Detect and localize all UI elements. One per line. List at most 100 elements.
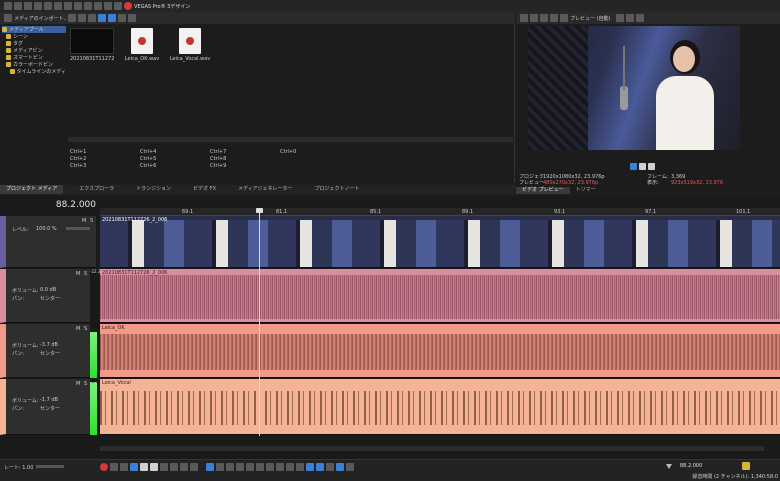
save-icon[interactable] [24, 2, 32, 10]
solo-button[interactable]: S [84, 326, 87, 332]
stop-icon[interactable] [648, 163, 655, 170]
record-icon[interactable] [100, 463, 108, 471]
play-icon[interactable] [630, 163, 637, 170]
render-icon[interactable] [34, 2, 42, 10]
export-icon[interactable] [742, 462, 750, 470]
delete-icon[interactable] [84, 2, 92, 10]
pan-value[interactable]: センター [40, 405, 60, 412]
view-icon[interactable] [128, 14, 136, 22]
split-icon[interactable] [246, 463, 254, 471]
overlay-icon[interactable] [550, 14, 558, 22]
preview-settings-icon[interactable] [520, 14, 528, 22]
ripple-icon[interactable] [306, 463, 314, 471]
volume-value[interactable]: -1.7 dB [40, 397, 58, 403]
tab-video-fx[interactable]: ビデオ FX [187, 185, 222, 194]
copy-snapshot-icon[interactable] [626, 14, 634, 22]
volume-value[interactable]: -3.7 dB [40, 342, 58, 348]
pause-icon[interactable] [140, 463, 148, 471]
solo-button[interactable]: S [90, 218, 93, 224]
mute-button[interactable]: M [76, 381, 80, 387]
grid-icon[interactable] [560, 14, 568, 22]
mute-button[interactable]: M [76, 271, 80, 277]
selection-tool-icon[interactable] [226, 463, 234, 471]
playhead-handle[interactable] [256, 208, 263, 213]
go-to-end-icon[interactable] [170, 463, 178, 471]
tab-media-generators[interactable]: メディアジェネレーター [232, 185, 298, 194]
remove-media-icon[interactable] [88, 14, 96, 22]
level-value[interactable]: 100.0 % [36, 226, 57, 232]
split-screen-icon[interactable] [540, 14, 548, 22]
new-project-icon[interactable] [4, 2, 12, 10]
level-slider[interactable] [66, 227, 90, 230]
media-scrollbar[interactable] [68, 137, 513, 142]
chevron-down-icon[interactable] [616, 14, 624, 22]
playhead[interactable] [259, 208, 260, 436]
media-properties-icon[interactable] [108, 14, 116, 22]
tab-project-media[interactable]: プロジェクト メディア [0, 185, 64, 194]
save-snapshot-icon[interactable] [636, 14, 644, 22]
tab-video-preview[interactable]: ビデオ プレビュー [516, 187, 570, 194]
playback-rate[interactable]: レート: 1.00 [4, 464, 33, 471]
tab-transitions[interactable]: トランジション [130, 185, 177, 194]
copy-icon[interactable] [64, 2, 72, 10]
marker-icon[interactable] [266, 463, 274, 471]
volume-value[interactable]: 0.0 dB [40, 287, 56, 293]
timeline-scrollbar[interactable] [100, 446, 764, 451]
region-icon[interactable] [276, 463, 284, 471]
audio-track-header[interactable]: M S ボリューム: -1.7 dB パン: センター [0, 379, 96, 435]
solo-button[interactable]: S [84, 381, 87, 387]
zoom-tool-icon[interactable] [236, 463, 244, 471]
preview-quality-dropdown[interactable]: プレビュー (自動) [570, 15, 616, 22]
tree-item[interactable]: タイムラインのメディア [2, 68, 66, 75]
paste-icon[interactable] [74, 2, 82, 10]
trim-icon[interactable] [256, 463, 264, 471]
media-fx-icon[interactable] [98, 14, 106, 22]
capture-icon[interactable] [78, 14, 86, 22]
chevron-down-icon[interactable] [68, 14, 76, 22]
redo-icon[interactable] [104, 2, 112, 10]
go-to-start-icon[interactable] [160, 463, 168, 471]
loop-icon[interactable] [110, 463, 118, 471]
tree-item[interactable]: メディアビン [2, 47, 66, 54]
play-icon[interactable] [130, 463, 138, 471]
media-item-audio[interactable]: Leica_Vocal.wav [168, 28, 212, 68]
tree-item[interactable]: スマートビン [2, 54, 66, 61]
lock-icon[interactable] [296, 463, 304, 471]
stop-icon[interactable] [150, 463, 158, 471]
mute-button[interactable]: M [82, 218, 86, 224]
import-media-label[interactable]: メディアのインポート.. [14, 15, 68, 22]
tag-icon[interactable] [118, 14, 126, 22]
undo-icon[interactable] [94, 2, 102, 10]
next-frame-icon[interactable] [190, 463, 198, 471]
audio-track-lane[interactable]: Leica_Vocal [100, 379, 780, 435]
video-track-lane[interactable]: 20210831T112726_2_006 [100, 216, 780, 268]
normal-edit-tool-icon[interactable] [206, 463, 214, 471]
snap-icon[interactable] [286, 463, 294, 471]
envelope-tool-icon[interactable] [216, 463, 224, 471]
audio-track-header[interactable]: M S ボリューム: -3.7 dB パン: センター [0, 324, 96, 378]
play-from-start-icon[interactable] [120, 463, 128, 471]
timecode-display[interactable]: 88.2.000 [40, 200, 96, 210]
snapping-icon[interactable] [336, 463, 344, 471]
tab-trimmer[interactable]: トリマー [570, 187, 602, 194]
pause-icon[interactable] [639, 163, 646, 170]
group-icon[interactable] [326, 463, 334, 471]
rate-slider[interactable] [36, 465, 64, 468]
settings-icon[interactable] [44, 2, 52, 10]
mute-button[interactable]: M [76, 326, 80, 332]
open-folder-icon[interactable] [14, 2, 22, 10]
solo-button[interactable]: S [84, 271, 87, 277]
auto-crossfade-icon[interactable] [316, 463, 324, 471]
tab-project-notes[interactable]: プロジェクトノート [308, 185, 365, 194]
tree-item[interactable]: カラーボードビン [2, 61, 66, 68]
external-monitor-icon[interactable] [530, 14, 538, 22]
video-track-header[interactable]: M S レベル: 100.0 % [0, 216, 96, 268]
tab-explorer[interactable]: エクスプローラ [73, 185, 120, 194]
pan-value[interactable]: センター [40, 295, 60, 302]
media-item-audio[interactable]: Leica_OK.wav [124, 28, 160, 68]
prev-frame-icon[interactable] [180, 463, 188, 471]
import-media-icon[interactable] [4, 14, 12, 22]
cut-icon[interactable] [54, 2, 62, 10]
tree-item[interactable]: シーン [2, 33, 66, 40]
tree-item[interactable]: メディアプール [2, 26, 66, 33]
